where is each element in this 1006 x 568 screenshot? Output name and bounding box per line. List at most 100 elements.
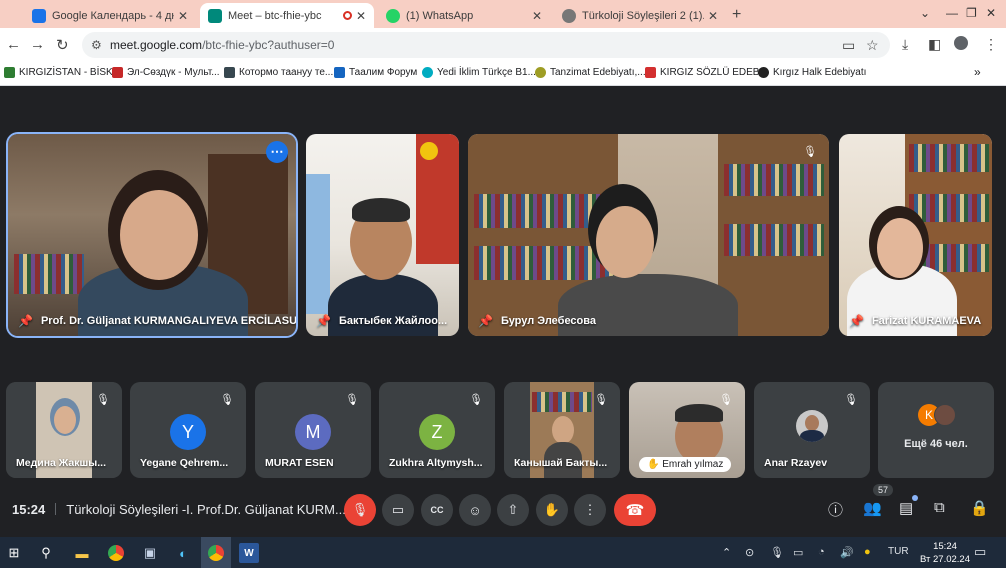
close-tab-icon[interactable]: ✕ (356, 9, 366, 23)
pin-icon[interactable]: 📌 (316, 314, 331, 328)
participant-name: Yegane Qehrem... (140, 457, 228, 469)
minimize-icon[interactable]: — (946, 6, 958, 20)
bookmark-item[interactable]: Котормо таануу те... (224, 67, 333, 78)
mic-off-icon: 🎙 (594, 393, 608, 406)
leave-call-button[interactable]: ☎ (614, 494, 656, 526)
participant-tile-main[interactable]: 📌 Farizat KURAMAEVA (839, 134, 992, 336)
info-icon[interactable]: ⓘ (828, 499, 843, 520)
pin-icon[interactable]: 📌 (849, 314, 864, 328)
books-row (909, 144, 989, 172)
participant-tile-main[interactable]: 🎙 📌 Бурул Элебесова (468, 134, 829, 336)
chrome-icon[interactable] (106, 543, 126, 563)
bookmark-item[interactable]: KIRGIZİSTAN - BİSK... (4, 67, 121, 78)
chevron-up-icon[interactable]: ⌃ (722, 546, 731, 559)
battery-icon[interactable]: ▭ (793, 546, 803, 559)
participant-name-text: Anar Rzayev (764, 457, 828, 469)
person-face (54, 406, 76, 434)
close-tab-icon[interactable]: ✕ (708, 9, 718, 23)
pin-icon[interactable]: 📌 (478, 314, 493, 328)
more-participants-tile[interactable]: K Ещё 46 чел. (878, 382, 994, 478)
edge-icon[interactable]: ◐ (173, 543, 193, 563)
forward-icon[interactable]: → (30, 36, 45, 53)
video-feed (468, 134, 829, 336)
host-controls-icon[interactable]: 🔒 (970, 499, 989, 517)
avatar (934, 404, 956, 426)
notification-app-icon[interactable]: ● (864, 546, 871, 558)
participant-name: Медина Жакшы... (16, 457, 106, 469)
bookmark-item[interactable]: Kırgız Halk Edebiyatı (758, 67, 866, 78)
profile-avatar[interactable] (954, 36, 968, 50)
more-options-icon[interactable]: ⋯ (266, 141, 288, 163)
store-icon[interactable]: ▣ (140, 543, 160, 563)
activities-icon[interactable]: ⧉ (934, 499, 945, 516)
participant-tile[interactable]: 🎙 Anar Rzayev (754, 382, 870, 478)
close-tab-icon[interactable]: ✕ (532, 9, 542, 23)
bookmark-item[interactable]: Таалим Форум (334, 67, 417, 78)
tab-google-calendar[interactable]: Google Календарь - 4 дня, но ✕ (24, 3, 196, 28)
restore-icon[interactable]: ❐ (966, 6, 977, 20)
more-bookmarks-icon[interactable]: » (974, 65, 981, 79)
captions-button[interactable]: CC (421, 494, 453, 526)
meeting-time: 15:24 (12, 502, 46, 517)
participant-tile[interactable]: 🎙 Канышай Бакты... (504, 382, 620, 478)
action-center-icon[interactable]: ▭ (974, 544, 986, 560)
back-icon[interactable]: ← (6, 36, 21, 53)
side-panel-icon[interactable]: ◧ (928, 36, 941, 53)
more-options-button[interactable]: ⋮ (574, 494, 606, 526)
participant-tile-main[interactable]: 📌 Бактыбек Жайлоо... (306, 134, 459, 336)
participant-name: 📌 Farizat KURAMAEVA (849, 314, 981, 328)
address-bar[interactable]: ⚙ meet.google.com/btc-fhie-ybc?authuser=… (82, 32, 890, 58)
mic-off-icon: 🎙 (719, 393, 733, 406)
tab-whatsapp[interactable]: (1) WhatsApp ✕ (378, 3, 550, 28)
participant-tile[interactable]: Z 🎙 Zukhra Altymysh... (379, 382, 495, 478)
raise-hand-button[interactable]: ✋ (536, 494, 568, 526)
new-tab-button[interactable]: + (732, 6, 741, 24)
mic-toggle-button[interactable]: 🎙 (344, 494, 376, 526)
reactions-button[interactable]: ☺ (459, 494, 491, 526)
bookmark-item[interactable]: KIRGIZ SÖZLÜ EDEB... (645, 67, 768, 78)
language-indicator[interactable]: TUR (888, 546, 909, 557)
bookmark-label: Kırgız Halk Edebiyatı (773, 67, 867, 78)
avatar: M (295, 414, 331, 450)
pin-icon[interactable]: 📌 (18, 314, 33, 328)
participant-tile[interactable]: 🎙 ✋ Emrah yılmaz (629, 382, 745, 478)
whatsapp-icon (386, 8, 400, 23)
wifi-icon[interactable]: ◔ (818, 546, 825, 558)
participant-name: ✋ Emrah yılmaz (639, 457, 732, 472)
flag-sun (420, 142, 438, 160)
close-window-icon[interactable]: ✕ (986, 6, 996, 20)
participant-tile-main[interactable]: ⋯ 📌 Prof. Dr. Güljanat KURMANGALIYEVA ER… (8, 134, 296, 336)
participant-tile[interactable]: 🎙 Медина Жакшы... (6, 382, 122, 478)
taskbar-clock[interactable]: 15:24 Вт 27.02.24 (920, 540, 970, 566)
camera-in-use-icon[interactable]: ▭ (842, 37, 855, 54)
reload-icon[interactable]: ↻ (56, 36, 69, 54)
bookmark-star-icon[interactable]: ☆ (866, 37, 879, 54)
chevron-down-icon[interactable]: ⌄ (920, 6, 930, 20)
menu-icon[interactable]: ⋮ (984, 36, 998, 53)
bookmark-item[interactable]: Yedi İklim Türkçe B1... (422, 67, 536, 78)
windows-start-icon[interactable]: ⊞ (4, 543, 24, 563)
present-button[interactable]: ⇧ (497, 494, 529, 526)
volume-icon[interactable]: 🔊 (840, 546, 854, 559)
mic-icon[interactable]: 🎙 (770, 546, 784, 559)
camera-toggle-button[interactable]: ▭ (382, 494, 414, 526)
people-icon[interactable]: 👥 (863, 499, 882, 517)
participant-tile[interactable]: M 🎙 MURAT ESEN (255, 382, 371, 478)
participant-name-text: Prof. Dr. Güljanat KURMANGALIYEVA ERCİLA… (40, 315, 296, 327)
file-explorer-icon[interactable]: ▬ (72, 543, 92, 563)
tab-pdf[interactable]: Türkoloji Söyleşileri 2 (1).pdf ✕ (554, 3, 726, 28)
tab-meet[interactable]: Meet – btc-fhie-ybc ✕ (200, 3, 374, 28)
participant-tile[interactable]: Y 🎙 Yegane Qehrem... (130, 382, 246, 478)
chat-icon[interactable]: ▤ (899, 499, 913, 517)
phone-hangup-icon: ☎ (625, 502, 645, 519)
bookmark-favicon (112, 67, 123, 78)
close-tab-icon[interactable]: ✕ (178, 9, 188, 23)
bookmark-item[interactable]: Эл-Сөздүк - Мульт... (112, 67, 220, 78)
meet-indicator-icon[interactable]: ⊙ (745, 546, 754, 559)
word-icon[interactable]: W (239, 543, 259, 563)
site-info-icon[interactable]: ⚙ (91, 38, 102, 52)
search-icon[interactable]: ⚲ (36, 543, 56, 563)
chrome-active-icon[interactable] (206, 543, 226, 563)
bookmark-item[interactable]: Tanzimat Edebiyatı,... (535, 67, 646, 78)
download-icon[interactable]: ⤓ (902, 36, 908, 53)
